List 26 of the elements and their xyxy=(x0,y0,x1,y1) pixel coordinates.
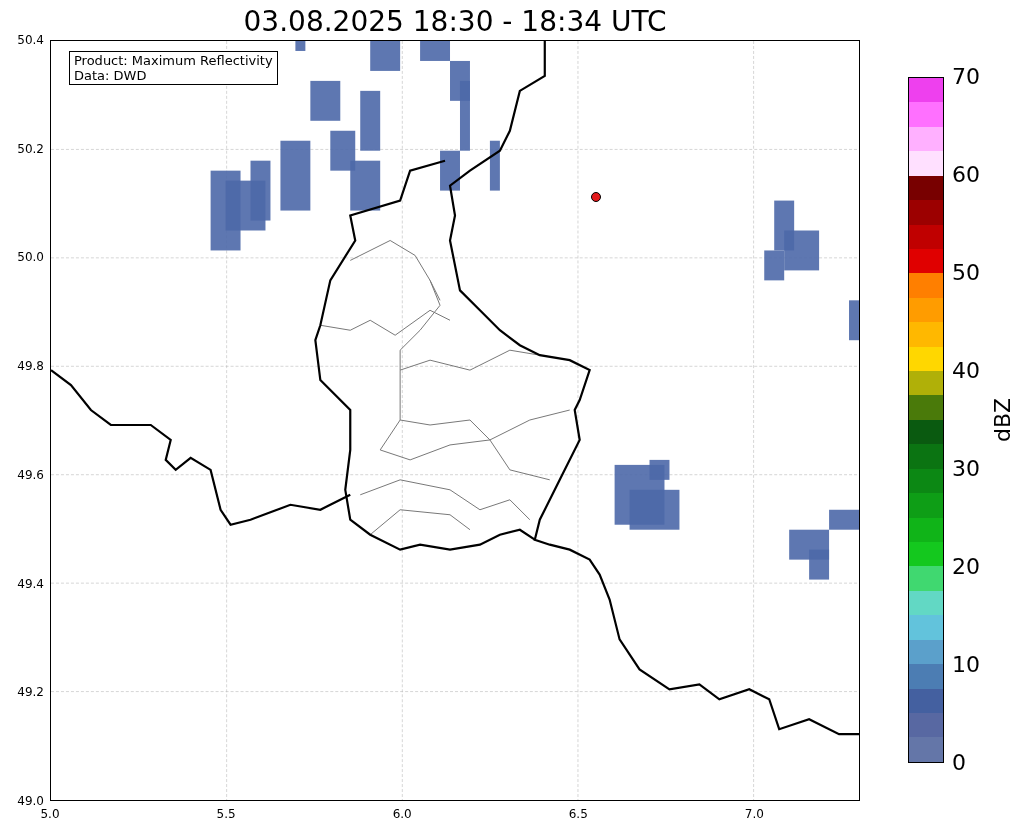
colorbar-tick-label: 30 xyxy=(952,457,980,481)
y-axis-label: 49.8 xyxy=(17,359,44,374)
x-axis-label: 5.5 xyxy=(215,807,237,821)
annotation-text: Product: Maximum Reflectivity xyxy=(74,53,273,68)
colorbar-tick-label: 40 xyxy=(952,359,980,383)
colorbar-tick-label: 50 xyxy=(952,261,980,285)
x-axis-label: 6.0 xyxy=(391,807,413,821)
y-axis-label: 50.0 xyxy=(17,250,44,265)
y-axis-label: 49.4 xyxy=(17,576,44,591)
colorbar-tick-label: 70 xyxy=(952,65,980,89)
x-axis-label: 6.5 xyxy=(567,807,589,821)
y-axis-label: 49.2 xyxy=(17,685,44,700)
annotation-text: Data: DWD xyxy=(74,68,148,83)
y-axis-label: 50.4 xyxy=(17,33,44,47)
colorbar-tick-label: 0 xyxy=(952,751,966,775)
y-axis-label: 50.2 xyxy=(17,141,44,156)
colorbar-tick-label: 20 xyxy=(952,555,980,579)
chart-title: 03.08.2025 18:30 - 18:34 UTC xyxy=(243,4,667,40)
y-axis-label: 49.0 xyxy=(17,794,44,808)
y-axis-label: 49.6 xyxy=(17,467,44,482)
colorbar-tick-label: 60 xyxy=(952,163,980,187)
colorbar-tick-label: 10 xyxy=(952,653,980,677)
x-axis-label: 5.0 xyxy=(39,807,61,821)
x-axis-label: 7.0 xyxy=(743,807,765,821)
colorbar-label: dBZ xyxy=(991,397,1015,443)
location-marker xyxy=(591,192,601,202)
